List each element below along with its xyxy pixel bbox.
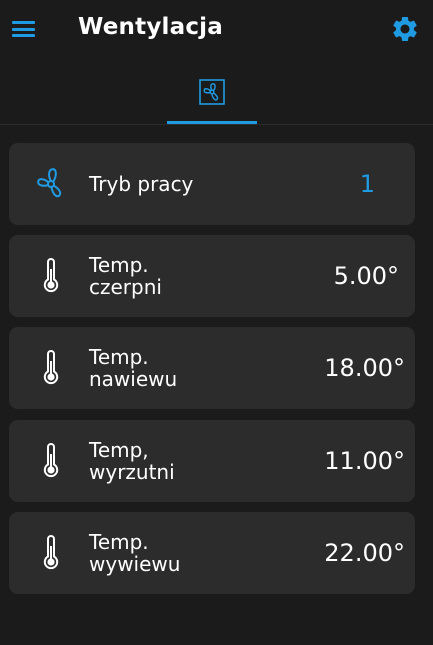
gear-icon[interactable] (390, 14, 420, 44)
card-label-line2: wyrzutni (89, 460, 175, 484)
card-label: Temp, wyrzutni (89, 420, 175, 502)
card-label-line1: Temp, (89, 438, 149, 462)
tab-bar (0, 62, 433, 125)
app-screen: Wentylacja Tryb pracy 1 Temp. czerpni 5.… (0, 0, 433, 645)
list-item-temp-supply[interactable]: Temp. nawiewu 18.00° (9, 327, 415, 409)
card-label-line1: Temp. (89, 345, 149, 369)
card-label: Temp. wywiewu (89, 512, 180, 594)
card-label-line2: czerpni (89, 275, 162, 299)
fan-icon (31, 164, 71, 204)
card-label: Temp. czerpni (89, 235, 162, 317)
thermometer-icon (31, 256, 71, 296)
list-item-temp-exhaust[interactable]: Temp, wyrzutni 11.00° (9, 420, 415, 502)
card-label: Tryb pracy (89, 143, 193, 225)
thermometer-icon (31, 441, 71, 481)
thermometer-icon (31, 533, 71, 573)
card-value: 18.00° (324, 354, 405, 382)
page-title: Wentylacja (78, 14, 223, 40)
card-label: Temp. nawiewu (89, 327, 177, 409)
tab-active-indicator (167, 121, 257, 124)
card-value: 1 (359, 170, 375, 198)
card-label-line1: Tryb pracy (89, 172, 194, 196)
list-item-temp-intake[interactable]: Temp. czerpni 5.00° (9, 235, 415, 317)
card-label-line2: nawiewu (89, 367, 178, 391)
card-label-line1: Temp. (89, 530, 149, 554)
card-label-line1: Temp. (89, 253, 149, 277)
top-app-bar: Wentylacja (0, 0, 433, 58)
fan-icon (199, 79, 225, 105)
list-item-operating-mode[interactable]: Tryb pracy 1 (9, 143, 415, 225)
tab-fan[interactable] (167, 62, 257, 124)
card-label-line2: wywiewu (89, 552, 181, 576)
card-value: 22.00° (324, 539, 405, 567)
list-item-temp-extract[interactable]: Temp. wywiewu 22.00° (9, 512, 415, 594)
card-value: 11.00° (324, 447, 405, 475)
thermometer-icon (31, 348, 71, 388)
hamburger-menu-icon[interactable] (10, 16, 38, 42)
card-value: 5.00° (333, 262, 399, 290)
